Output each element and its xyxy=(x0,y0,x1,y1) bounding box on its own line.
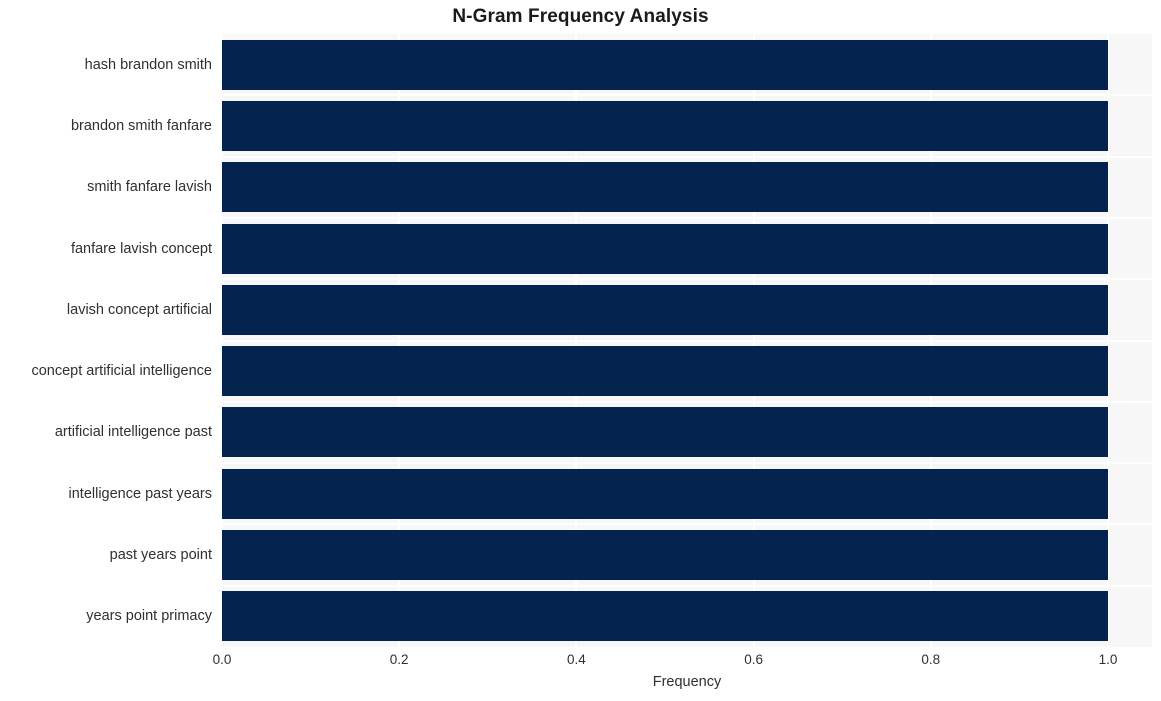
bar xyxy=(222,162,1108,213)
bar xyxy=(222,468,1108,519)
chart-figure: N-Gram Frequency Analysis hash brandon s… xyxy=(0,0,1161,701)
y-tick-label: lavish concept artificial xyxy=(66,301,212,318)
bar xyxy=(222,407,1108,458)
x-tick-label: 1.0 xyxy=(1098,652,1118,667)
bar xyxy=(222,39,1108,90)
bar xyxy=(222,346,1108,397)
bar xyxy=(222,284,1108,335)
x-tick-label: 0.0 xyxy=(212,652,232,667)
y-axis-tick-labels: hash brandon smith brandon smith fanfare s… xyxy=(0,34,212,647)
bar-series xyxy=(222,34,1152,647)
page-title: N-Gram Frequency Analysis xyxy=(452,6,709,27)
y-tick-label: smith fanfare lavish xyxy=(87,179,212,196)
x-tick-label: 0.8 xyxy=(921,652,941,667)
plot-panel xyxy=(221,34,1152,647)
y-tick-label: past years point xyxy=(109,547,212,564)
bar xyxy=(222,591,1108,642)
x-axis-title: Frequency xyxy=(652,674,722,690)
y-tick-label: years point primacy xyxy=(86,608,212,625)
y-tick-label: hash brandon smith xyxy=(84,56,212,73)
y-tick-label: concept artificial intelligence xyxy=(31,363,212,380)
y-tick-label: fanfare lavish concept xyxy=(70,240,212,257)
x-tick-label: 0.6 xyxy=(744,652,763,667)
y-tick-label: brandon smith fanfare xyxy=(70,117,212,134)
x-axis-tick-labels: 0.0 0.2 0.4 0.6 0.8 1.0 xyxy=(213,647,1152,677)
y-tick-label: artificial intelligence past xyxy=(54,424,212,441)
bar xyxy=(222,100,1108,151)
bar xyxy=(222,530,1108,581)
bar xyxy=(222,223,1108,274)
y-tick-label: intelligence past years xyxy=(68,485,212,502)
x-tick-label: 0.2 xyxy=(389,652,409,667)
x-tick-label: 0.4 xyxy=(567,652,586,667)
